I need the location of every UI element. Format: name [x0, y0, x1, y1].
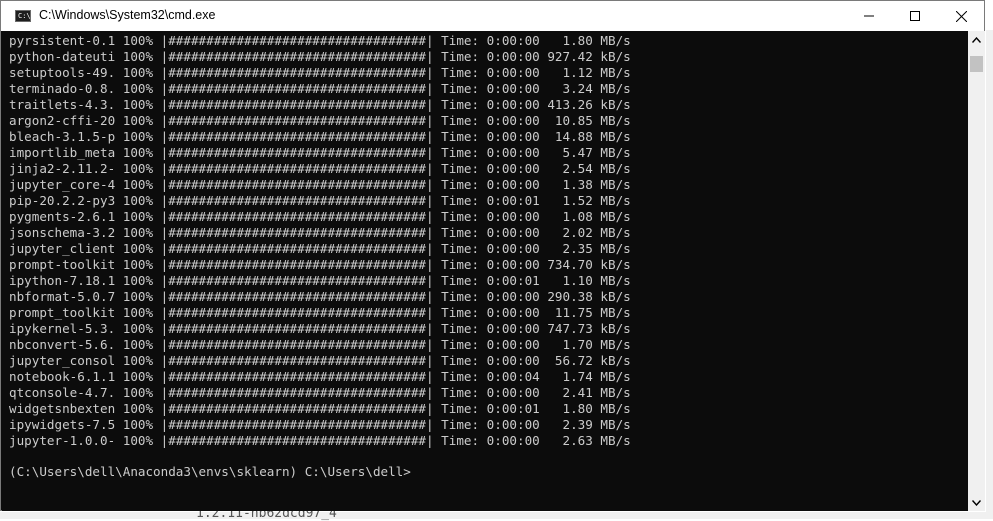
output-line: ipywidgets-7.5 100% |###################… [9, 417, 631, 432]
cmd-icon[interactable]: C:\ [15, 10, 31, 22]
output-line: bleach-3.1.5-p 100% |###################… [9, 129, 631, 144]
output-line: jupyter_core-4 100% |###################… [9, 177, 631, 192]
minimize-icon [864, 15, 874, 17]
output-line: prompt_toolkit 100% |###################… [9, 305, 631, 320]
output-line: jsonschema-3.2 100% |###################… [9, 225, 631, 240]
close-button[interactable] [938, 1, 984, 31]
background-edge [986, 30, 993, 512]
output-line: nbconvert-5.6. 100% |###################… [9, 337, 631, 352]
minimize-button[interactable] [846, 1, 892, 31]
command-prompt[interactable]: (C:\Users\dell\Anaconda3\envs\sklearn) C… [9, 464, 411, 480]
maximize-icon [910, 11, 920, 21]
scroll-down-button[interactable] [968, 494, 985, 511]
output-line: nbformat-5.0.7 100% |###################… [9, 289, 631, 304]
output-line: pip-20.2.2-py3 100% |###################… [9, 193, 631, 208]
output-line: ipykernel-5.3. 100% |###################… [9, 321, 631, 336]
maximize-button[interactable] [892, 1, 938, 31]
console-output[interactable]: pyrsistent-0.1 100% |###################… [2, 31, 968, 511]
vertical-scrollbar[interactable] [968, 31, 985, 511]
output-line: jupyter-1.0.0- 100% |###################… [9, 433, 631, 448]
scroll-up-icon [972, 36, 981, 43]
window-title: C:\Windows\System32\cmd.exe [39, 8, 216, 22]
background-app [0, 512, 993, 519]
close-icon [955, 10, 967, 22]
output-line: qtconsole-4.7. 100% |###################… [9, 385, 631, 400]
scroll-down-icon [972, 499, 981, 506]
output-line: jinja2-2.11.2- 100% |###################… [9, 161, 631, 176]
output-lines: pyrsistent-0.1 100% |###################… [9, 33, 631, 449]
output-line: pygments-2.6.1 100% |###################… [9, 209, 631, 224]
output-line: pyrsistent-0.1 100% |###################… [9, 33, 631, 48]
output-line: ipython-7.18.1 100% |###################… [9, 273, 631, 288]
scroll-thumb[interactable] [970, 56, 983, 72]
output-line: widgetsnbexten 100% |###################… [9, 401, 631, 416]
output-line: jupyter_client 100% |###################… [9, 241, 631, 256]
output-line: importlib_meta 100% |###################… [9, 145, 631, 160]
output-line: setuptools-49. 100% |###################… [9, 65, 631, 80]
output-line: python-dateuti 100% |###################… [9, 49, 631, 64]
scroll-up-button[interactable] [968, 31, 985, 48]
cmd-window: C:\ C:\Windows\System32\cmd.exe pyrsiste… [0, 0, 985, 511]
output-line: terminado-0.8. 100% |###################… [9, 81, 631, 96]
output-line: traitlets-4.3. 100% |###################… [9, 97, 631, 112]
output-line: notebook-6.1.1 100% |###################… [9, 369, 631, 384]
output-line: argon2-cffi-20 100% |###################… [9, 113, 631, 128]
output-line: prompt-toolkit 100% |###################… [9, 257, 631, 272]
cmd-icon-text: C:\ [18, 12, 31, 20]
title-bar[interactable]: C:\ C:\Windows\System32\cmd.exe [1, 1, 984, 31]
output-line: jupyter_consol 100% |###################… [9, 353, 631, 368]
